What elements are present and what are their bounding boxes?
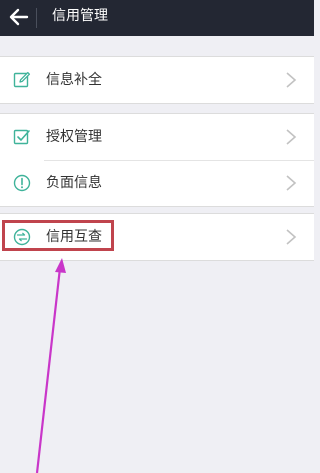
highlight-box <box>2 220 114 251</box>
header-divider <box>36 8 37 28</box>
menu-item-label: 负面信息 <box>46 175 102 191</box>
menu-group-2: 授权管理 负面信息 <box>0 113 314 207</box>
menu-item-label: 授权管理 <box>46 129 102 145</box>
edit-icon <box>13 71 31 88</box>
chevron-right-icon <box>286 129 297 145</box>
warning-icon <box>13 174 31 192</box>
back-arrow-icon[interactable] <box>6 4 32 30</box>
chevron-right-icon <box>286 175 297 191</box>
page-title: 信用管理 <box>52 8 108 24</box>
header-bar: 信用管理 <box>0 0 314 36</box>
menu-item-info-completion[interactable]: 信息补全 <box>0 57 314 103</box>
menu-item-authorization[interactable]: 授权管理 <box>0 114 314 160</box>
menu-group-1: 信息补全 <box>0 56 314 104</box>
menu-item-negative-info[interactable]: 负面信息 <box>0 160 314 206</box>
chevron-right-icon <box>286 229 297 245</box>
menu-item-label: 信息补全 <box>46 72 102 88</box>
checkbox-icon <box>13 129 30 145</box>
chevron-right-icon <box>286 72 297 88</box>
